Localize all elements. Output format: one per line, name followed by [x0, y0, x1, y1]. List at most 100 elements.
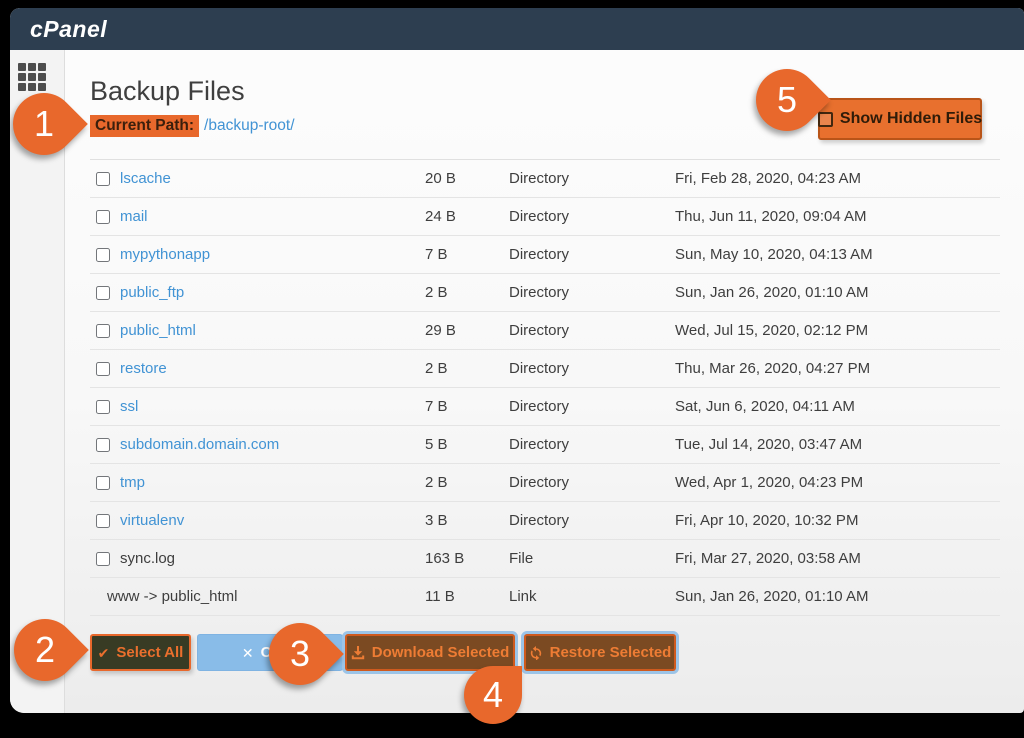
- file-date: Thu, Jun 11, 2020, 09:04 AM: [675, 208, 1000, 225]
- file-type: Directory: [509, 208, 675, 225]
- callout-3: 3: [269, 623, 331, 685]
- file-name-link[interactable]: virtualenv: [120, 512, 184, 529]
- row-checkbox[interactable]: [96, 438, 110, 452]
- row-checkbox[interactable]: [96, 172, 110, 186]
- current-path-label: Current Path:: [90, 115, 199, 137]
- refresh-icon: [529, 646, 543, 660]
- current-path-link[interactable]: /backup-root/: [204, 117, 294, 134]
- file-type: Directory: [509, 284, 675, 301]
- table-row: sync.log 163 B File Fri, Mar 27, 2020, 0…: [90, 540, 1000, 578]
- file-size: 2 B: [425, 360, 509, 377]
- row-checkbox[interactable]: [96, 324, 110, 338]
- file-name-link[interactable]: ssl: [120, 398, 138, 415]
- callout-5: 5: [756, 69, 818, 131]
- file-date: Fri, Apr 10, 2020, 10:32 PM: [675, 512, 1000, 529]
- file-size: 24 B: [425, 208, 509, 225]
- table-row: virtualenv 3 B Directory Fri, Apr 10, 20…: [90, 502, 1000, 540]
- file-type: Directory: [509, 512, 675, 529]
- check-icon: ✔: [98, 646, 110, 660]
- file-name-link[interactable]: public_html: [120, 322, 196, 339]
- row-checkbox[interactable]: [96, 514, 110, 528]
- file-name-link[interactable]: subdomain.domain.com: [120, 436, 279, 453]
- callout-pin-icon: 1: [0, 80, 88, 168]
- file-size: 11 B: [425, 588, 509, 605]
- file-date: Fri, Feb 28, 2020, 04:23 AM: [675, 170, 1000, 187]
- row-checkbox[interactable]: [96, 476, 110, 490]
- file-name-text: www -> public_html: [107, 588, 237, 605]
- file-name-link[interactable]: mypythonapp: [120, 246, 210, 263]
- file-table: Show Hidden Files lscache 20 B Directory…: [90, 159, 1000, 616]
- file-type: Link: [509, 588, 675, 605]
- table-row: tmp 2 B Directory Wed, Apr 1, 2020, 04:2…: [90, 464, 1000, 502]
- select-all-label: Select All: [116, 644, 183, 661]
- file-size: 7 B: [425, 246, 509, 263]
- callout-4: 4: [464, 666, 522, 724]
- select-all-button[interactable]: ✔ Select All: [90, 634, 191, 671]
- main-content: Backup Files Current Path:/backup-root/ …: [65, 50, 1024, 713]
- file-type: Directory: [509, 398, 675, 415]
- file-size: 7 B: [425, 398, 509, 415]
- file-date: Sat, Jun 6, 2020, 04:11 AM: [675, 398, 1000, 415]
- file-size: 2 B: [425, 474, 509, 491]
- file-type: Directory: [509, 360, 675, 377]
- file-type: File: [509, 550, 675, 567]
- file-date: Wed, Apr 1, 2020, 04:23 PM: [675, 474, 1000, 491]
- file-size: 2 B: [425, 284, 509, 301]
- download-label: Download Selected: [372, 644, 510, 661]
- show-hidden-label: Show Hidden Files: [840, 110, 982, 128]
- file-date: Wed, Jul 15, 2020, 02:12 PM: [675, 322, 1000, 339]
- file-date: Thu, Mar 26, 2020, 04:27 PM: [675, 360, 1000, 377]
- table-row: www -> public_html 11 B Link Sun, Jan 26…: [90, 578, 1000, 616]
- file-type: Directory: [509, 322, 675, 339]
- file-size: 29 B: [425, 322, 509, 339]
- screenshot-frame: cPanel Backup Files Current Path:/backup…: [0, 0, 1024, 738]
- row-checkbox[interactable]: [96, 362, 110, 376]
- file-name-link[interactable]: mail: [120, 208, 148, 225]
- file-size: 20 B: [425, 170, 509, 187]
- file-date: Sun, May 10, 2020, 04:13 AM: [675, 246, 1000, 263]
- apps-grid-icon[interactable]: [18, 63, 46, 91]
- table-row: public_html 29 B Directory Wed, Jul 15, …: [90, 312, 1000, 350]
- file-date: Fri, Mar 27, 2020, 03:58 AM: [675, 550, 1000, 567]
- file-name-link[interactable]: tmp: [120, 474, 145, 491]
- row-checkbox[interactable]: [96, 286, 110, 300]
- callout-pin-icon: 4: [464, 666, 522, 724]
- file-name-link[interactable]: lscache: [120, 170, 171, 187]
- file-type: Directory: [509, 436, 675, 453]
- table-row: ssl 7 B Directory Sat, Jun 6, 2020, 04:1…: [90, 388, 1000, 426]
- table-row: lscache 20 B Directory Fri, Feb 28, 2020…: [90, 160, 1000, 198]
- callout-2: 2: [14, 619, 76, 681]
- action-buttons-bar: ✔ Select All ✕ Clear Download Selected R…: [90, 634, 1000, 671]
- show-hidden-checkbox[interactable]: [818, 112, 833, 127]
- callout-pin-icon: 5: [743, 56, 831, 144]
- file-type: Directory: [509, 246, 675, 263]
- table-row: mail 24 B Directory Thu, Jun 11, 2020, 0…: [90, 198, 1000, 236]
- file-date: Sun, Jan 26, 2020, 01:10 AM: [675, 588, 1000, 605]
- show-hidden-files-toggle[interactable]: Show Hidden Files: [818, 98, 982, 140]
- file-type: Directory: [509, 170, 675, 187]
- file-size: 163 B: [425, 550, 509, 567]
- table-row: subdomain.domain.com 5 B Directory Tue, …: [90, 426, 1000, 464]
- file-name-link[interactable]: restore: [120, 360, 167, 377]
- row-checkbox[interactable]: [96, 552, 110, 566]
- file-type: Directory: [509, 474, 675, 491]
- file-name-link[interactable]: public_ftp: [120, 284, 184, 301]
- app-body: Backup Files Current Path:/backup-root/ …: [10, 50, 1024, 713]
- row-checkbox[interactable]: [96, 248, 110, 262]
- restore-label: Restore Selected: [550, 644, 672, 661]
- row-checkbox[interactable]: [96, 400, 110, 414]
- table-row: public_ftp 2 B Directory Sun, Jan 26, 20…: [90, 274, 1000, 312]
- callout-1: 1: [13, 93, 75, 155]
- file-date: Tue, Jul 14, 2020, 03:47 AM: [675, 436, 1000, 453]
- file-size: 5 B: [425, 436, 509, 453]
- callout-pin-icon: 2: [1, 606, 89, 694]
- restore-selected-button[interactable]: Restore Selected: [524, 634, 676, 671]
- table-row: restore 2 B Directory Thu, Mar 26, 2020,…: [90, 350, 1000, 388]
- file-name-text: sync.log: [120, 550, 175, 567]
- header: cPanel: [10, 8, 1024, 50]
- row-checkbox[interactable]: [96, 210, 110, 224]
- callout-pin-icon: 3: [256, 610, 344, 698]
- file-size: 3 B: [425, 512, 509, 529]
- file-date: Sun, Jan 26, 2020, 01:10 AM: [675, 284, 1000, 301]
- table-row: mypythonapp 7 B Directory Sun, May 10, 2…: [90, 236, 1000, 274]
